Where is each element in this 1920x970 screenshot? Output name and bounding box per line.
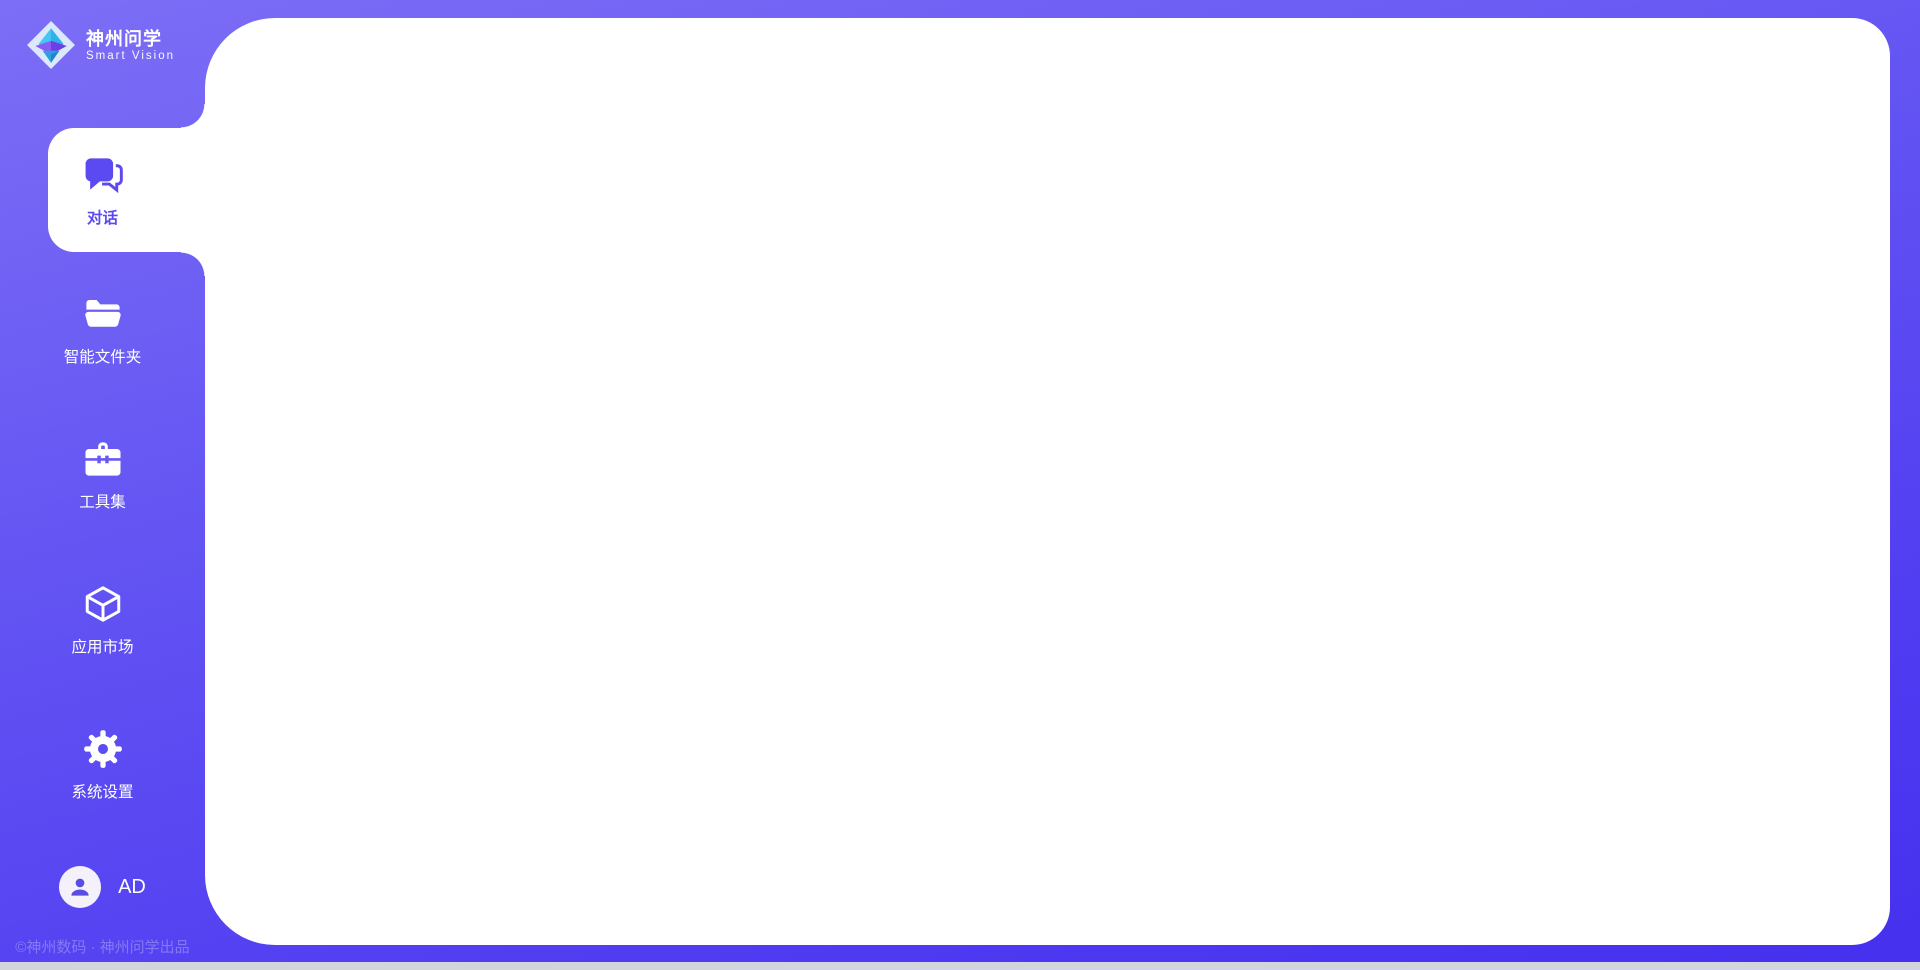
brand-logo: 神州问学 Smart Vision [26, 20, 175, 70]
sidebar-item-label: 智能文件夹 [64, 345, 142, 367]
sidebar-footer: ©神州数码 · 神州问学出品 [0, 936, 205, 957]
avatar [59, 866, 101, 908]
sidebar-item-settings[interactable]: 系统设置 [0, 703, 205, 827]
sidebar-item-smart-folder[interactable]: 智能文件夹 [0, 268, 205, 392]
folder-icon [82, 293, 124, 335]
brand-name: 神州问学 [86, 28, 175, 50]
user-initials: AD [118, 876, 146, 899]
user-account[interactable]: AD [0, 866, 205, 908]
gear-icon [82, 728, 124, 770]
sidebar-item-chat[interactable]: 对话 [0, 128, 205, 252]
person-icon [67, 874, 93, 900]
sidebar-item-label: 对话 [87, 206, 118, 228]
bottom-edge [0, 962, 1920, 970]
brand-subtitle: Smart Vision [86, 50, 175, 62]
toolbox-icon [82, 438, 124, 480]
sidebar-item-app-market[interactable]: 应用市场 [0, 558, 205, 682]
sidebar: 神州问学 Smart Vision 对话 智能文件夹 工具集 应用市场 系统设置… [0, 0, 205, 970]
sidebar-item-toolset[interactable]: 工具集 [0, 413, 205, 537]
main-panel [205, 18, 1890, 945]
sidebar-item-label: 系统设置 [71, 780, 133, 802]
cube-icon [82, 583, 124, 625]
sidebar-item-label: 工具集 [79, 490, 126, 512]
sidebar-item-label: 应用市场 [71, 635, 133, 657]
diamond-logo-icon [26, 20, 76, 70]
chat-icon [81, 152, 125, 196]
